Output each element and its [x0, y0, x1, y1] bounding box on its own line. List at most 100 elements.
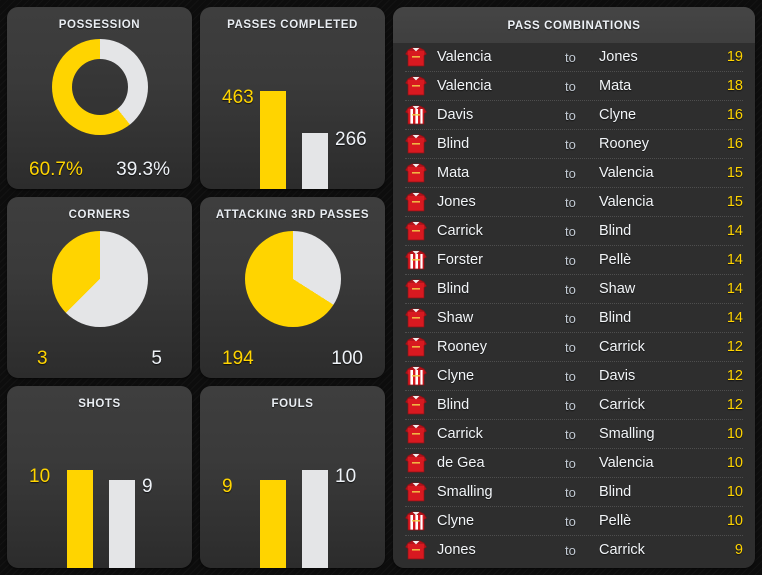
pass-combination-row[interactable]: Blind to Rooney 16	[405, 130, 743, 159]
pass-combination-row[interactable]: Valencia to Jones 19	[405, 43, 743, 72]
pass-from-player: Mata	[437, 165, 470, 181]
away-bar	[302, 132, 328, 189]
home-jersey-icon	[405, 395, 427, 415]
pass-combination-row[interactable]: Carrick to Blind 14	[405, 217, 743, 246]
attacking-third-values: 194 100	[200, 348, 385, 370]
pass-combination-row[interactable]: Jones to Carrick 9	[405, 536, 743, 564]
pass-to-player: Davis	[599, 368, 636, 384]
pass-count: 16	[726, 136, 743, 152]
pass-combination-row[interactable]: Shaw to Blind 14	[405, 304, 743, 333]
away-jersey-icon	[405, 105, 427, 125]
pass-to-player: Jones	[599, 49, 638, 65]
pass-combination-row[interactable]: de Gea to Valencia 10	[405, 449, 743, 478]
pass-count: 14	[726, 223, 743, 239]
pass-from-player: Blind	[437, 281, 470, 297]
home-bar-label: 463	[222, 86, 254, 108]
home-jersey-icon	[405, 337, 427, 357]
pie-circle	[51, 230, 148, 327]
pass-to-label: to	[565, 368, 576, 384]
pass-to-player: Blind	[599, 484, 632, 500]
stat-card-possession[interactable]: POSSESSION 60.7% 39.3%	[7, 7, 192, 189]
home-bar-label: 9	[222, 476, 233, 498]
card-title: POSSESSION	[58, 19, 141, 31]
home-bar	[67, 470, 93, 569]
pass-combination-row[interactable]: Clyne to Pellè 10	[405, 507, 743, 536]
pass-to-label: to	[565, 455, 576, 471]
pass-combination-row[interactable]: Smalling to Blind 10	[405, 478, 743, 507]
pass-combination-row[interactable]: Carrick to Smalling 10	[405, 420, 743, 449]
home-jersey-icon	[405, 192, 427, 212]
pass-to-label: to	[565, 310, 576, 326]
pass-combination-row[interactable]: Davis to Clyne 16	[405, 101, 743, 130]
pass-to-label: to	[565, 281, 576, 297]
away-value: 5	[151, 348, 162, 370]
stat-card-fouls[interactable]: FOULS 9 10	[200, 386, 385, 569]
pass-combinations-panel: PASS COMBINATIONS Valencia to Jones 19 Valen…	[393, 7, 755, 568]
away-bar-label: 10	[335, 466, 357, 488]
bars-container: 10 9	[7, 416, 192, 569]
home-jersey-icon	[405, 279, 427, 299]
home-jersey-icon	[405, 76, 427, 96]
pass-count: 16	[726, 107, 743, 123]
pass-to-label: to	[565, 136, 576, 152]
pass-from-player: Valencia	[437, 78, 492, 94]
pass-to-player: Carrick	[599, 542, 645, 558]
pass-from-player: Blind	[437, 397, 470, 413]
pass-count: 10	[726, 455, 743, 471]
pass-count: 14	[726, 281, 743, 297]
pass-combinations-title: PASS COMBINATIONS	[393, 7, 755, 43]
away-jersey-icon	[405, 511, 427, 531]
pass-to-label: to	[565, 223, 576, 239]
pass-count: 19	[726, 49, 743, 65]
pass-to-player: Rooney	[599, 136, 649, 152]
home-jersey-icon	[405, 482, 427, 502]
home-jersey-icon	[405, 134, 427, 154]
pass-count: 10	[726, 426, 743, 442]
card-title: CORNERS	[68, 208, 131, 221]
bars-container: 9 10	[200, 416, 385, 569]
away-jersey-icon	[405, 366, 427, 386]
pass-to-player: Valencia	[599, 455, 654, 471]
stat-card-passes-completed[interactable]: PASSES COMPLETED 463 266	[200, 7, 385, 189]
pass-from-player: Shaw	[437, 310, 474, 326]
stat-card-corners[interactable]: CORNERS 3 5	[7, 196, 192, 379]
pass-to-label: to	[565, 426, 576, 442]
card-title: PASSES COMPLETED	[227, 19, 358, 31]
pass-to-player: Pellè	[599, 252, 632, 268]
pass-count: 9	[734, 542, 743, 558]
away-value: 100	[331, 348, 363, 370]
pass-from-player: Forster	[437, 252, 483, 268]
pass-combination-row[interactable]: Jones to Valencia 15	[405, 188, 743, 217]
pass-count: 12	[726, 339, 743, 355]
pass-combination-row[interactable]: Blind to Carrick 12	[405, 391, 743, 420]
pass-count: 14	[726, 252, 743, 268]
stat-card-attacking-3rd-passes[interactable]: ATTACKING 3RD PASSES 194 100	[200, 196, 385, 379]
home-value: 60.7%	[29, 158, 83, 180]
pass-combination-row[interactable]: Forster to Pellè 14	[405, 246, 743, 275]
pass-count: 15	[726, 165, 743, 181]
stat-row-3: SHOTS 10 9 FOULS 9 10	[7, 386, 385, 569]
pass-combination-row[interactable]: Rooney to Carrick 12	[405, 333, 743, 362]
pass-from-player: Jones	[437, 194, 476, 210]
pass-combination-row[interactable]: Mata to Valencia 15	[405, 159, 743, 188]
pass-from-player: Carrick	[437, 223, 483, 239]
pass-to-player: Carrick	[599, 397, 645, 413]
pass-count: 12	[726, 397, 743, 413]
pass-combination-row[interactable]: Blind to Shaw 14	[405, 275, 743, 304]
pass-to-label: to	[565, 252, 576, 268]
pass-combination-row[interactable]: Clyne to Davis 12	[405, 362, 743, 391]
card-title: FOULS	[271, 398, 314, 411]
corners-pie-chart: 3 5	[7, 227, 192, 379]
home-value: 3	[37, 348, 48, 370]
pass-combination-row[interactable]: Valencia to Mata 18	[405, 72, 743, 101]
pass-to-label: to	[565, 49, 576, 65]
pass-from-player: de Gea	[437, 455, 485, 471]
home-jersey-icon	[405, 453, 427, 473]
pass-to-player: Blind	[599, 310, 632, 326]
pass-count: 10	[726, 513, 743, 529]
away-jersey-icon	[405, 250, 427, 270]
stat-card-shots[interactable]: SHOTS 10 9	[7, 386, 192, 569]
passes-completed-bar-chart: 463 266	[200, 37, 385, 189]
pass-to-label: to	[565, 165, 576, 181]
pass-to-label: to	[565, 339, 576, 355]
